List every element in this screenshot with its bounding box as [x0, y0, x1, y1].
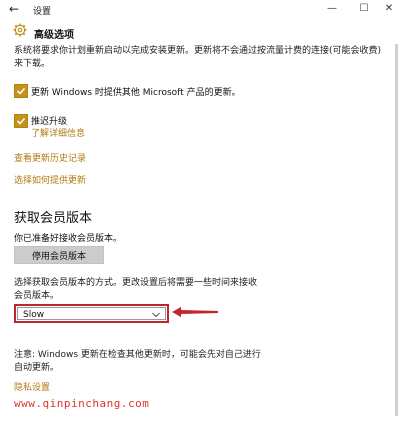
insider-status-text: 你已准备好接收会员版本。 — [14, 234, 123, 244]
update-other-products-label: 更新 Windows 时提供其他 Microsoft 产品的更新。 — [31, 88, 241, 98]
intro-text: 系统将要求你计划重新启动以完成安装更新。更新将不会通过按流量计费的连接(可能会收… — [14, 46, 382, 69]
choose-delivery-link[interactable]: 选择如何提供更新 — [14, 173, 86, 186]
section-title-insider: 获取会员版本 — [14, 211, 93, 226]
title-bar: ← 设置 — ☐ ✕ — [0, 0, 400, 20]
learn-more-link[interactable]: 了解详细信息 — [31, 126, 85, 139]
defer-upgrades-checkbox[interactable] — [14, 114, 28, 128]
scrollbar[interactable] — [395, 44, 398, 416]
dropdown-selected-value: Slow — [23, 310, 45, 320]
back-arrow-icon[interactable]: ← — [9, 2, 19, 16]
gear-icon — [13, 23, 27, 37]
insider-ring-dropdown[interactable]: Slow — [14, 304, 169, 323]
chevron-down-icon — [152, 312, 160, 318]
maximize-button[interactable]: ☐ — [357, 3, 371, 14]
minimize-button[interactable]: — — [325, 3, 339, 14]
close-button[interactable]: ✕ — [382, 3, 396, 14]
view-update-history-link[interactable]: 查看更新历史记录 — [14, 151, 86, 164]
checkmark-icon — [16, 87, 26, 95]
watermark-text: www.qinpinchang.com — [14, 397, 150, 410]
red-arrow-annotation — [172, 307, 218, 317]
insider-note-text: 注意: Windows 更新在检查其他更新时，可能会先对自己进行自动更新。 — [14, 350, 261, 373]
stop-insider-button-label: 停用会员版本 — [31, 251, 86, 262]
choose-ring-description: 选择获取会员版本的方式。更改设置后将需要一些时间来接收会员版本。 — [14, 278, 258, 301]
update-other-products-checkbox[interactable] — [14, 84, 28, 98]
page-header: 高级选项 — [0, 20, 400, 44]
window-title: 设置 — [33, 7, 52, 17]
stop-insider-button[interactable]: 停用会员版本 — [14, 246, 104, 264]
privacy-settings-link[interactable]: 隐私设置 — [14, 380, 50, 393]
page-title: 高级选项 — [34, 30, 74, 41]
checkmark-icon — [16, 117, 26, 125]
